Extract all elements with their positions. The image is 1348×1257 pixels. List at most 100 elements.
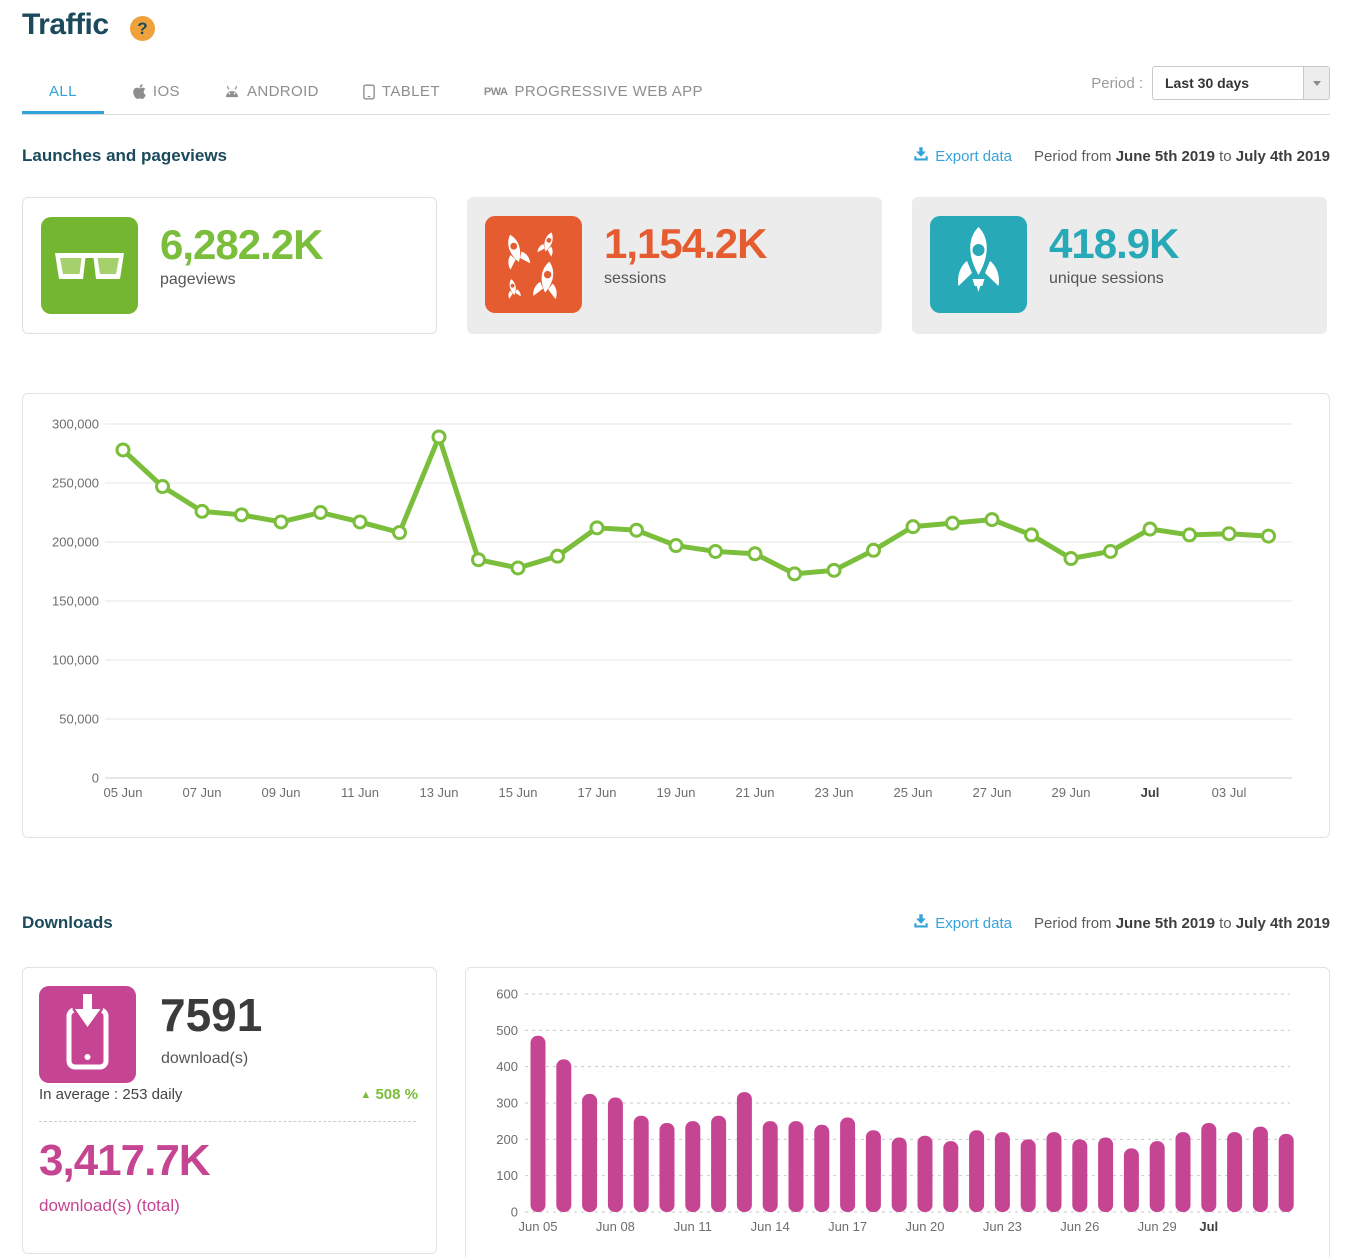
section-title-downloads: Downloads [22,913,113,933]
downloads-delta-badge: ▲ 508 % [360,1086,418,1103]
period-range-text: Period from June 5th 2019 to July 4th 20… [1034,148,1330,165]
svg-text:400: 400 [496,1059,518,1074]
period-select[interactable]: Last 30 days [1152,66,1330,100]
chevron-down-icon[interactable] [1303,67,1329,99]
page-title: Traffic [22,8,109,42]
downloads-summary-card[interactable]: 7591 download(s) In average : 253 daily … [22,967,437,1254]
svg-text:07 Jun: 07 Jun [182,785,221,800]
launches-section-header: Launches and pageviews Export data Perio… [22,143,1330,169]
download-icon [913,913,929,933]
glasses-icon [41,217,138,314]
svg-text:03 Jul: 03 Jul [1212,785,1247,800]
android-icon [224,85,240,98]
tab-pwa-label: PROGRESSIVE WEB APP [514,83,703,100]
svg-text:100,000: 100,000 [52,653,99,668]
stat-card-pageviews[interactable]: 6,282.2K pageviews [22,197,437,334]
sessions-value: 1,154.2K [604,222,882,266]
svg-text:300: 300 [496,1096,518,1111]
svg-text:100: 100 [496,1168,518,1183]
tab-ios-label: IOS [153,83,180,100]
downloads-section-tools: Export data Period from June 5th 2019 to… [913,913,1330,933]
svg-text:23 Jun: 23 Jun [814,785,853,800]
svg-text:11 Jun: 11 Jun [341,785,379,800]
phone-download-icon [39,986,136,1083]
export-data-link-downloads[interactable]: Export data [913,913,1012,933]
svg-text:Jun 23: Jun 23 [983,1219,1022,1234]
pageviews-label: pageviews [160,271,436,289]
downloads-average: In average : 253 daily [39,1086,182,1103]
svg-text:21 Jun: 21 Jun [735,785,774,800]
download-icon [913,146,929,166]
svg-text:13 Jun: 13 Jun [419,785,458,800]
downloads-total-value: 3,417.7K [39,1136,210,1186]
svg-text:Jun 14: Jun 14 [751,1219,790,1234]
traffic-dashboard-page: Traffic ? ALL IOS ANDROID [0,0,1348,1257]
svg-text:150,000: 150,000 [52,594,99,609]
period-select-value: Last 30 days [1153,67,1303,99]
svg-text:15 Jun: 15 Jun [498,785,537,800]
stat-card-sessions[interactable]: 1,154.2K sessions [467,197,882,334]
stat-card-unique-sessions[interactable]: 418.9K unique sessions [912,197,1327,334]
svg-text:600: 600 [496,987,518,1002]
downloads-total-label: download(s) (total) [39,1196,180,1216]
svg-text:500: 500 [496,1023,518,1038]
svg-text:25 Jun: 25 Jun [893,785,932,800]
downloads-section-header: Downloads Export data Period from June 5… [22,910,1330,936]
export-data-label: Export data [935,148,1012,165]
svg-text:300,000: 300,000 [52,417,99,432]
launches-section-tools: Export data Period from June 5th 2019 to… [913,146,1330,166]
downloads-bar-chart-svg: 0 100 200 300 400 500 600 Jun 05 Jun 08 Jun 11 Jun… [466,968,1329,1257]
tab-android-label: ANDROID [247,83,319,100]
svg-text:200: 200 [496,1132,518,1147]
svg-text:250,000: 250,000 [52,476,99,491]
unique-sessions-label: unique sessions [1049,270,1327,288]
dashed-divider [39,1121,416,1122]
svg-text:200,000: 200,000 [52,535,99,550]
downloads-delta-value: 508 % [375,1086,418,1103]
downloads-bar-chart-card: 0 100 200 300 400 500 600 Jun 05 Jun 08 Jun 11 Jun… [465,967,1330,1257]
tablet-icon [363,84,375,100]
tab-tablet[interactable]: TABLET [348,69,455,114]
svg-text:Jul: Jul [1141,785,1160,800]
svg-text:Jun 05: Jun 05 [518,1219,557,1234]
tab-ios[interactable]: IOS [118,69,195,114]
svg-text:Jun 11: Jun 11 [674,1219,712,1234]
svg-text:05 Jun: 05 Jun [103,785,142,800]
question-mark-icon[interactable]: ? [130,16,155,41]
period-to-date: July 4th 2019 [1236,915,1330,932]
launches-line-chart-svg: 0 50,000 100,000 150,000 200,000 250,000 300,0… [23,394,1329,837]
period-range-text: Period from June 5th 2019 to July 4th 20… [1034,915,1330,932]
period-to-date: July 4th 2019 [1236,148,1330,165]
period-label: Period : [1091,75,1143,92]
section-title-launches: Launches and pageviews [22,146,227,166]
svg-text:Jun 20: Jun 20 [905,1219,944,1234]
svg-text:29 Jun: 29 Jun [1051,785,1090,800]
downloads-value: 7591 [160,988,262,1042]
svg-text:0: 0 [92,771,99,786]
pageviews-value: 6,282.2K [160,223,436,267]
svg-text:Jun 08: Jun 08 [596,1219,635,1234]
svg-text:Jun 17: Jun 17 [828,1219,867,1234]
downloads-label: download(s) [161,1050,248,1068]
tab-all-label: ALL [49,83,77,100]
pageviews-line-chart-card: 0 50,000 100,000 150,000 200,000 250,000 300,0… [22,393,1330,838]
period-from-date: June 5th 2019 [1116,148,1215,165]
unique-sessions-value: 418.9K [1049,222,1327,266]
svg-text:27 Jun: 27 Jun [972,785,1011,800]
svg-text:50,000: 50,000 [59,712,99,727]
up-triangle-icon: ▲ [360,1089,371,1101]
period-control: Period : Last 30 days [1091,66,1330,100]
export-data-link-launches[interactable]: Export data [913,146,1012,166]
svg-text:0: 0 [511,1205,518,1220]
period-from-date: June 5th 2019 [1116,915,1215,932]
rockets-icon [485,216,582,313]
svg-text:Jul: Jul [1199,1219,1218,1234]
stat-cards-row: 6,282.2K pageviews [22,197,1327,334]
tab-progressive-web-app[interactable]: PWA PROGRESSIVE WEB APP [469,69,718,114]
tab-all[interactable]: ALL [22,69,104,114]
svg-text:09 Jun: 09 Jun [261,785,300,800]
tab-android[interactable]: ANDROID [209,69,334,114]
rocket-icon [930,216,1027,313]
export-data-label: Export data [935,915,1012,932]
svg-text:Jun 26: Jun 26 [1060,1219,1099,1234]
